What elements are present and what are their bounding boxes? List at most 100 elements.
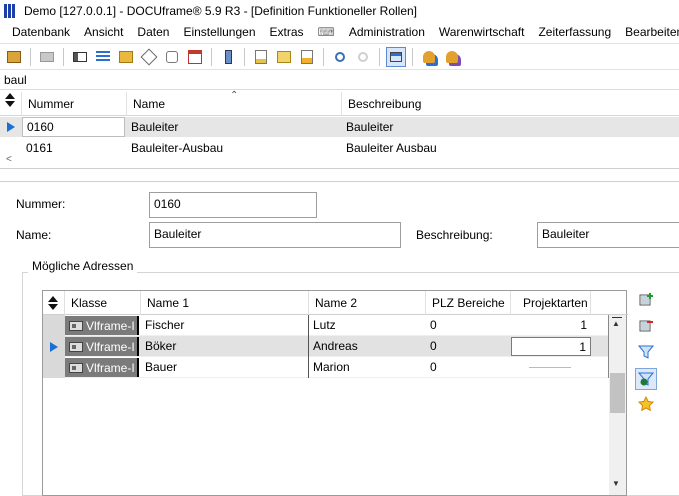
current-row-icon xyxy=(43,336,65,357)
cell-name[interactable]: Bauleiter xyxy=(127,117,178,137)
toolbar-divider xyxy=(30,47,31,66)
cell-name1[interactable]: Fischer xyxy=(141,315,184,336)
menu-bar: Datenbank Ansicht Daten Einstellungen Ex… xyxy=(0,22,679,42)
menu-ansicht[interactable]: Ansicht xyxy=(84,25,131,39)
cell-plz[interactable]: 0 xyxy=(426,336,437,357)
cell-klasse[interactable]: Vlframe-I xyxy=(65,358,139,377)
cell-projektarten[interactable]: 1 xyxy=(511,315,591,336)
menu-daten[interactable]: Daten xyxy=(137,25,177,39)
roles-grid-header: Nummer Name ⌃ Beschreibung xyxy=(0,90,679,116)
scroll-top-icon[interactable]: ▲ xyxy=(612,319,620,328)
roles-grid: Nummer Name ⌃ Beschreibung 0160 Bauleite… xyxy=(0,90,679,154)
menu-datenbank[interactable]: Datenbank xyxy=(12,25,78,39)
pane-splitter[interactable] xyxy=(0,168,679,169)
pane-divider xyxy=(0,181,679,182)
sort-toggle-icon[interactable] xyxy=(0,92,22,116)
title-bar: Demo [127.0.0.1] - DOCUframe® 5.9 R3 - [… xyxy=(0,0,679,22)
col-name2[interactable]: Name 2 xyxy=(309,291,426,315)
folder-icon[interactable] xyxy=(116,47,136,67)
table-row[interactable]: Vlframe-I Fischer Lutz 0 1 xyxy=(43,315,609,336)
cell-plz[interactable]: 0 xyxy=(426,357,437,378)
window-title: Demo [127.0.0.1] - DOCUframe® 5.9 R3 - [… xyxy=(24,4,418,18)
app-logo-icon xyxy=(4,4,18,18)
document-export-icon[interactable] xyxy=(297,47,317,67)
sort-toggle-icon[interactable] xyxy=(43,291,65,315)
phone-icon[interactable] xyxy=(218,47,238,67)
name-label: Name: xyxy=(16,228,52,242)
table-row[interactable]: Vlframe-I Bauer Marion 0 xyxy=(43,357,609,378)
col-plz[interactable]: PLZ Bereiche xyxy=(426,291,511,315)
empty-value-line xyxy=(529,367,571,368)
card-icon[interactable] xyxy=(70,47,90,67)
adressen-vscrollbar[interactable]: ▲ ▼ xyxy=(609,315,626,495)
toolbar-divider xyxy=(211,47,212,66)
toolbar-divider xyxy=(412,47,413,66)
toolbar-divider xyxy=(244,47,245,66)
col-klasse[interactable]: Klasse xyxy=(65,291,141,315)
filter-clear-icon[interactable] xyxy=(635,368,657,390)
cell-projektarten[interactable]: 1 xyxy=(512,337,590,358)
view-form-icon[interactable] xyxy=(386,46,406,67)
cell-beschreibung[interactable]: Bauleiter xyxy=(342,117,393,137)
cell-name2[interactable]: Lutz xyxy=(309,315,336,336)
toolbar xyxy=(0,43,679,70)
document-edit-icon[interactable] xyxy=(274,47,294,67)
add-row-icon[interactable] xyxy=(635,289,657,311)
favorite-star-icon[interactable] xyxy=(635,393,657,415)
scroll-left-icon[interactable]: < xyxy=(6,154,12,165)
document-new-icon[interactable] xyxy=(251,47,271,67)
row-indicator xyxy=(43,315,65,336)
cell-klasse[interactable]: Vlframe-I xyxy=(65,316,139,335)
name-field[interactable]: Bauleiter xyxy=(149,222,401,248)
col-beschreibung[interactable]: Beschreibung xyxy=(342,92,679,116)
current-row-icon xyxy=(0,117,22,137)
adressen-grid-header: Klasse Name 1 Name 2 PLZ Bereiche Projek… xyxy=(43,291,628,315)
scroll-thumb[interactable] xyxy=(610,373,625,413)
table-row[interactable]: 0160 Bauleiter Bauleiter xyxy=(0,117,679,137)
user-assign-icon[interactable] xyxy=(419,47,439,67)
menu-extras[interactable]: Extras xyxy=(270,25,312,39)
projektarten-editor[interactable]: 1 xyxy=(511,337,591,356)
calendar-icon[interactable] xyxy=(185,47,205,67)
menu-keyboard-icon[interactable]: ⌨ xyxy=(318,25,343,39)
toolbar-divider xyxy=(379,47,380,66)
filter-icon[interactable] xyxy=(635,341,657,363)
cell-nummer[interactable]: 0160 xyxy=(22,117,125,137)
adressen-group-title: Mögliche Adressen xyxy=(28,259,138,273)
cell-plz[interactable]: 0 xyxy=(426,315,437,336)
new-record-icon[interactable] xyxy=(4,47,24,67)
tag-icon[interactable] xyxy=(139,47,159,67)
search-input[interactable]: baul xyxy=(0,70,679,90)
find-disabled-icon[interactable] xyxy=(353,47,373,67)
remove-row-icon[interactable] xyxy=(635,315,657,337)
menu-bearbeiten[interactable]: Bearbeiten xyxy=(625,25,679,39)
scroll-down-icon[interactable]: ▼ xyxy=(612,479,620,488)
cell-name1[interactable]: Bauer xyxy=(141,357,177,378)
attach-icon[interactable] xyxy=(162,47,182,67)
roles-grid-hscrollbar[interactable]: < xyxy=(0,152,679,166)
col-nummer[interactable]: Nummer xyxy=(22,92,127,116)
print-icon[interactable] xyxy=(37,47,57,67)
toolbar-divider xyxy=(63,47,64,66)
cell-klasse[interactable]: Vlframe-I xyxy=(65,337,139,356)
cell-name2[interactable]: Marion xyxy=(309,357,350,378)
toolbar-divider xyxy=(323,47,324,66)
user-group-icon[interactable] xyxy=(442,47,462,67)
nummer-label: Nummer: xyxy=(16,197,66,211)
nummer-field[interactable]: 0160 xyxy=(149,192,317,218)
adressen-grid: Klasse Name 1 Name 2 PLZ Bereiche Projek… xyxy=(42,290,628,496)
menu-einstellungen[interactable]: Einstellungen xyxy=(183,25,263,39)
list-icon[interactable] xyxy=(93,47,113,67)
find-icon[interactable] xyxy=(330,47,350,67)
table-row[interactable]: Vlframe-I Böker Andreas 0 1 xyxy=(43,336,609,357)
menu-warenwirtschaft[interactable]: Warenwirtschaft xyxy=(439,25,533,39)
address-card-icon xyxy=(69,341,83,352)
menu-administration[interactable]: Administration xyxy=(349,25,433,39)
beschreibung-field[interactable]: Bauleiter xyxy=(537,222,679,248)
col-projektarten[interactable]: Projektarten xyxy=(511,291,591,315)
col-name1[interactable]: Name 1 xyxy=(141,291,309,315)
cell-name1[interactable]: Böker xyxy=(141,336,176,357)
cell-name2[interactable]: Andreas xyxy=(309,336,358,357)
sort-ascending-icon: ⌃ xyxy=(230,90,239,101)
menu-zeiterfassung[interactable]: Zeiterfassung xyxy=(538,25,619,39)
